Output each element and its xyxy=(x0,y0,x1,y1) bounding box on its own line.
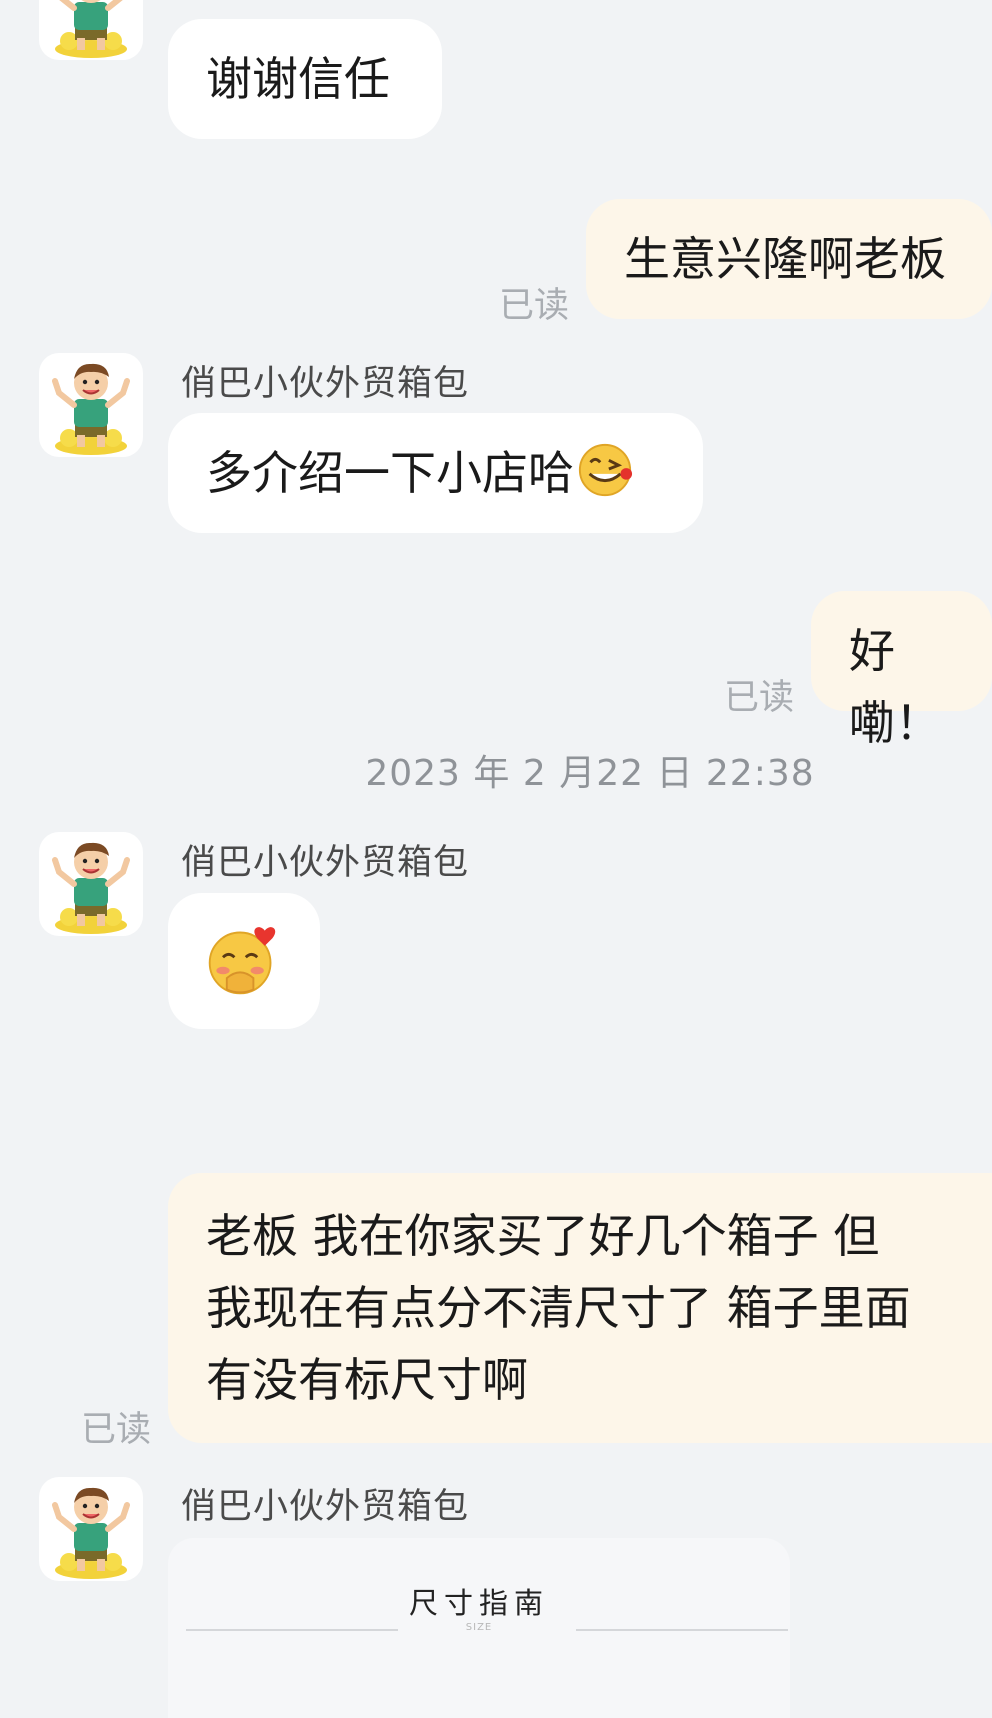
message-bubble-emoji[interactable] xyxy=(168,893,320,1029)
message-bubble-outgoing[interactable]: 好嘞！ xyxy=(811,591,992,750)
avatar[interactable] xyxy=(39,832,143,936)
sender-name: 俏巴小伙外贸箱包 xyxy=(181,364,470,404)
read-receipt: 已读 xyxy=(81,1410,152,1450)
size-guide-image-card[interactable]: 尺寸指南 SIZE xyxy=(168,1538,790,1718)
avatar[interactable] xyxy=(39,0,143,60)
sender-name: 俏巴小伙外贸箱包 xyxy=(181,843,470,883)
blushing-face-with-heart-icon xyxy=(208,927,276,995)
read-receipt: 已读 xyxy=(499,286,570,326)
divider xyxy=(576,1629,788,1631)
avatar[interactable] xyxy=(39,1477,143,1581)
sender-name: 俏巴小伙外贸箱包 xyxy=(181,1487,470,1527)
message-bubble-outgoing[interactable]: 生意兴隆啊老板 xyxy=(586,199,992,319)
message-timestamp: 2023 年 2 月22 日 22:38 xyxy=(365,753,815,794)
avatar[interactable] xyxy=(39,353,143,457)
message-text-line: 有没有标尺寸啊 xyxy=(206,1353,528,1407)
message-text: 谢谢信任 xyxy=(206,52,390,106)
message-text: 好嘞！ xyxy=(849,624,941,750)
size-guide-title: 尺寸指南 xyxy=(408,1586,549,1620)
face-with-tongue-icon xyxy=(578,443,633,497)
message-text-line: 老板 我在你家买了好几个箱子 但 xyxy=(206,1209,880,1263)
message-text: 生意兴隆啊老板 xyxy=(624,232,946,286)
divider xyxy=(186,1629,398,1631)
message-bubble-incoming[interactable]: 谢谢信任 xyxy=(168,19,442,139)
message-text-line: 我现在有点分不清尺寸了 箱子里面 xyxy=(206,1281,911,1335)
read-receipt: 已读 xyxy=(724,678,795,718)
message-text: 多介绍一下小店哈 xyxy=(206,446,574,500)
size-guide-subtitle: SIZE xyxy=(465,1622,493,1633)
message-bubble-outgoing[interactable]: 老板 我在你家买了好几个箱子 但 我现在有点分不清尺寸了 箱子里面 有没有标尺寸… xyxy=(168,1173,992,1443)
message-bubble-incoming[interactable]: 多介绍一下小店哈 xyxy=(168,413,703,533)
